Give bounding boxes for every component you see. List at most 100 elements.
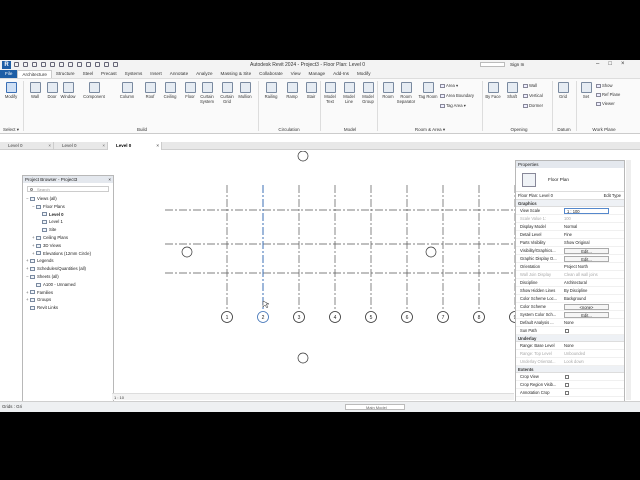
prop-value[interactable]: Fine xyxy=(564,231,612,238)
browser-item-a100-unnamed[interactable]: A100 - Unnamed xyxy=(23,281,113,289)
prop-value[interactable]: Background xyxy=(564,295,612,302)
open-icon[interactable] xyxy=(14,62,19,67)
view-tab-1[interactable]: Level 0 × xyxy=(0,142,54,150)
prop-value[interactable]: Show Original xyxy=(564,239,612,246)
prop-value[interactable]: Project North xyxy=(564,263,612,270)
measure-icon[interactable] xyxy=(68,62,73,67)
curtain-grid-button[interactable]: Curtain Grid xyxy=(217,82,237,104)
elevation-marker-west[interactable] xyxy=(181,246,193,258)
ribbon-tab-insert[interactable]: Insert xyxy=(146,70,166,78)
set-button[interactable]: Set xyxy=(578,82,594,99)
stair-button[interactable]: Stair xyxy=(302,82,320,99)
prop-value[interactable]: Architectural xyxy=(564,279,612,286)
railing-button[interactable]: Railing xyxy=(262,82,280,99)
dormer-button[interactable]: Dormer xyxy=(523,103,543,108)
redo-icon[interactable] xyxy=(50,62,55,67)
tag-area-button[interactable]: Tag Area ▾ xyxy=(440,103,466,108)
ceiling-button[interactable]: Ceiling xyxy=(160,82,180,99)
viewer-button[interactable]: Viewer xyxy=(596,101,615,106)
search-input[interactable] xyxy=(480,62,505,67)
area-button[interactable]: Area ▾ xyxy=(440,83,458,88)
close-icon[interactable]: × xyxy=(621,61,625,67)
type-selector[interactable]: Floor Plan xyxy=(516,168,624,192)
ribbon-tab-annotate[interactable]: Annotate xyxy=(166,70,192,78)
section-underlay[interactable]: Underlay xyxy=(516,335,624,342)
ribbon-tab-view[interactable]: View xyxy=(287,70,305,78)
browser-item-schedules-quantities-all[interactable]: + Schedules/Quantities (all) xyxy=(23,265,113,273)
area-boundary-button[interactable]: Area Boundary xyxy=(440,93,474,98)
browser-item-site[interactable]: Site xyxy=(23,226,113,234)
close-icon[interactable]: × xyxy=(156,142,159,150)
prop-edit-button[interactable]: <none> xyxy=(564,304,609,310)
ref-plane-button[interactable]: Ref Plane xyxy=(596,92,620,97)
3d-view-icon[interactable] xyxy=(86,62,91,67)
section-graphics[interactable]: Graphics xyxy=(516,200,624,207)
text-icon[interactable] xyxy=(77,62,82,67)
ribbon-tab-analyze[interactable]: Analyze xyxy=(192,70,216,78)
browser-item-level-1[interactable]: Level 1 xyxy=(23,218,113,226)
prop-edit-button[interactable]: Edit... xyxy=(564,248,609,254)
curtain-system-button[interactable]: Curtain System xyxy=(197,82,217,104)
by-face-button[interactable]: By Face xyxy=(484,82,502,99)
elevation-marker-north[interactable] xyxy=(297,150,309,162)
column-button[interactable]: Column xyxy=(117,82,137,99)
ribbon-tab-massing-site[interactable]: Massing & Site xyxy=(217,70,256,78)
model-text-button[interactable]: Model Text xyxy=(321,82,339,104)
browser-item-3d-views[interactable]: +3D Views xyxy=(23,242,113,250)
room-button[interactable]: Room xyxy=(378,82,398,99)
show-button[interactable]: Show xyxy=(596,83,612,88)
ribbon-tab-precast[interactable]: Precast xyxy=(97,70,121,78)
section-icon[interactable] xyxy=(95,62,100,67)
undo-icon[interactable] xyxy=(41,62,46,67)
select-group-label[interactable]: Select ▾ xyxy=(2,127,20,133)
prop-value[interactable]: Normal xyxy=(564,223,612,230)
sync-icon[interactable] xyxy=(32,62,37,67)
minimize-icon[interactable]: – xyxy=(596,61,599,67)
print-icon[interactable] xyxy=(59,62,64,67)
edit-type-button[interactable]: Edit Type xyxy=(604,192,621,200)
prop-edit-button[interactable]: Edit... xyxy=(564,256,609,262)
window-button[interactable]: Window xyxy=(58,82,78,99)
room-separator-button[interactable]: Room Separator xyxy=(396,82,416,104)
browser-item-families[interactable]: + Families xyxy=(23,289,113,297)
ribbon-tab-collaborate[interactable]: Collaborate xyxy=(255,70,287,78)
thin-lines-icon[interactable] xyxy=(104,62,109,67)
ribbon-tab-architecture[interactable]: Architecture xyxy=(17,70,52,78)
prop-value-input[interactable]: 1 : 100 xyxy=(564,208,609,214)
elevation-marker-south[interactable] xyxy=(297,352,309,364)
view-tab-2[interactable]: Level 0 × xyxy=(54,142,108,150)
close-hidden-icon[interactable] xyxy=(113,62,118,67)
tag-room-button[interactable]: Tag Room xyxy=(418,82,438,99)
browser-item-level-0[interactable]: Level 0 xyxy=(23,211,113,219)
instance-filter[interactable]: Floor Plan: Level 0 Edit Type xyxy=(516,192,624,200)
prop-checkbox[interactable] xyxy=(565,383,569,387)
wall-button[interactable]: Wall xyxy=(523,83,537,88)
prop-edit-button[interactable]: Edit... xyxy=(564,312,609,318)
browser-item-sheets-all[interactable]: − Sheets (all) xyxy=(23,273,113,281)
component-button[interactable]: Component xyxy=(80,82,108,99)
ribbon-tab-modify[interactable]: Modify xyxy=(353,70,375,78)
prop-checkbox[interactable] xyxy=(565,375,569,379)
revit-logo-icon[interactable]: R xyxy=(2,61,11,69)
ribbon-tab-systems[interactable]: Systems xyxy=(121,70,147,78)
prop-value[interactable]: By Discipline xyxy=(564,287,612,294)
view-tab-3[interactable]: Level 0 × xyxy=(108,142,162,150)
ribbon-tab-structure[interactable]: Structure xyxy=(52,70,79,78)
browser-item-views-all[interactable]: − Views (all) xyxy=(23,195,113,203)
properties-scrollbar[interactable] xyxy=(626,160,631,400)
close-icon[interactable]: × xyxy=(108,176,111,183)
sign-in-link[interactable]: Sign In xyxy=(510,62,524,67)
prop-checkbox[interactable] xyxy=(565,329,569,333)
browser-item-ceiling-plans[interactable]: + Ceiling Plans xyxy=(23,234,113,242)
ribbon-tab-steel[interactable]: Steel xyxy=(79,70,97,78)
browser-item-revit-links[interactable]: Revit Links xyxy=(23,304,113,312)
model-group-button[interactable]: Model Group xyxy=(359,82,377,104)
ramp-button[interactable]: Ramp xyxy=(283,82,301,99)
vertical-button[interactable]: Vertical xyxy=(523,93,543,98)
prop-checkbox[interactable] xyxy=(565,391,569,395)
elevation-marker-east[interactable] xyxy=(425,246,437,258)
save-icon[interactable] xyxy=(23,62,28,67)
browser-item-legends[interactable]: + Legends xyxy=(23,257,113,265)
browser-item-floor-plans[interactable]: − Floor Plans xyxy=(23,203,113,211)
browser-item-groups[interactable]: + Groups xyxy=(23,296,113,304)
